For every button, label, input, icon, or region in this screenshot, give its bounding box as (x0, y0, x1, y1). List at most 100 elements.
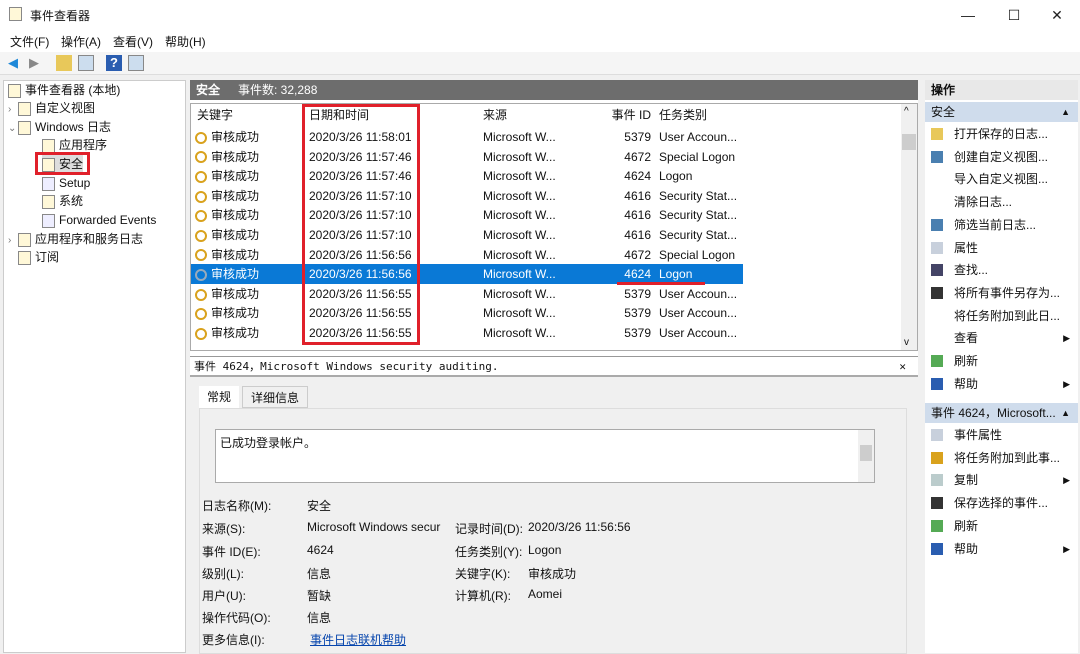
maximize-button[interactable]: ☐ (991, 0, 1037, 30)
close-button[interactable]: ✕ (1034, 0, 1080, 30)
tree-item-system[interactable]: 系统 (42, 192, 83, 211)
tree-item-custom-views[interactable]: › 自定义视图 (8, 99, 95, 118)
action-item[interactable]: 将任务附加到此事... (925, 447, 1078, 469)
menu-view[interactable]: 查看(V) (113, 33, 153, 50)
tree-label: 应用程序 (59, 138, 108, 152)
event-count: 事件数: 32,288 (238, 83, 318, 97)
copy-icon (931, 474, 943, 487)
action-item[interactable]: 复制 ▶ (925, 469, 1078, 491)
forward-arrow-icon[interactable]: ▶ (26, 55, 42, 71)
section-event-header[interactable]: 事件 4624，Microsoft... ▲ (925, 403, 1078, 423)
action-item[interactable]: 导入自定义视图... (925, 168, 1078, 190)
table-row[interactable]: 审核成功 2020/3/26 11:57:46 Microsoft W... 4672… (191, 147, 743, 167)
action-item[interactable]: 查找... (925, 259, 1078, 281)
action-item[interactable]: 将所有事件另存为... (925, 282, 1078, 304)
event-id-label: 事件 ID(E): (202, 545, 261, 559)
table-row[interactable]: 审核成功 2020/3/26 11:57:10 Microsoft W... 4616… (191, 186, 743, 206)
key-icon (195, 249, 207, 262)
action-item[interactable]: 保存选择的事件... (925, 492, 1078, 514)
action-item[interactable]: 刷新 (925, 350, 1078, 372)
expand-icon[interactable]: › (8, 231, 18, 250)
expand-icon[interactable]: › (8, 100, 18, 119)
column-header[interactable]: 任务类别 (659, 105, 749, 125)
tree-item-subscriptions[interactable]: 订阅 (18, 248, 59, 267)
table-scrollbar[interactable]: ^ v (901, 104, 917, 350)
action-item[interactable]: 属性 (925, 237, 1078, 259)
tree-item-setup[interactable]: Setup (42, 174, 90, 193)
help-icon[interactable]: ? (106, 55, 122, 71)
menu-action[interactable]: 操作(A) (61, 33, 101, 50)
tree-label: 系统 (59, 194, 84, 208)
table-cell: 审核成功 (191, 166, 307, 186)
action-label: 将任务附加到此日... (954, 308, 1061, 323)
table-row[interactable]: 审核成功 2020/3/26 11:56:55 Microsoft W... 5379… (191, 284, 743, 304)
action-item[interactable]: 查看 ▶ (925, 327, 1078, 349)
cell-text: 5379 (624, 286, 651, 301)
event-log-online-help-link[interactable]: 事件日志联机帮助 (310, 631, 406, 648)
submenu-arrow-icon: ▶ (1063, 378, 1070, 389)
column-header[interactable]: 事件 ID (571, 105, 651, 125)
table-cell: 审核成功 (191, 127, 307, 147)
keywords-value: 审核成功 (528, 567, 577, 581)
table-row[interactable]: 审核成功 2020/3/26 11:56:56 Microsoft W... 4672… (191, 245, 743, 265)
action-label: 筛选当前日志... (954, 217, 1037, 232)
column-header[interactable]: 来源 (483, 105, 573, 125)
table-row[interactable]: 审核成功 2020/3/26 11:58:01 Microsoft W... 5379… (191, 127, 743, 147)
detail-title-text: 事件 4624，Microsoft Windows security audit… (194, 360, 499, 373)
table-cell: Microsoft W... (483, 323, 573, 343)
table-cell: 审核成功 (191, 147, 307, 167)
tab-details[interactable]: 详细信息 (242, 386, 309, 408)
cell-text: Microsoft W... (483, 130, 556, 144)
action-item[interactable]: 筛选当前日志... (925, 214, 1078, 236)
refresh-icon (931, 355, 943, 367)
action-label: 属性 (954, 240, 979, 255)
more-info-label: 更多信息(I): (202, 633, 265, 647)
section-security-header[interactable]: 安全 ▲ (925, 102, 1078, 122)
show-hide-tree-icon[interactable] (78, 55, 94, 71)
table-row[interactable]: 审核成功 2020/3/26 11:57:10 Microsoft W... 4616… (191, 225, 743, 245)
close-detail-button[interactable]: ✕ (899, 357, 906, 377)
tree-item-windows-logs[interactable]: ⌄ Windows 日志 (8, 118, 111, 137)
computer-label: 计算机(R): (455, 589, 511, 603)
tree-root[interactable]: 事件查看器 (本地) (8, 81, 120, 100)
tree-item-app-service-logs[interactable]: › 应用程序和服务日志 (8, 230, 143, 249)
show-action-pane-icon[interactable] (128, 55, 144, 71)
back-arrow-icon[interactable]: ◀ (5, 55, 21, 71)
cell-text: Microsoft W... (483, 149, 556, 164)
tree-item-forwarded-events[interactable]: Forwarded Events (42, 211, 156, 230)
cell-text: 审核成功 (211, 306, 260, 321)
action-item[interactable]: 打开保存的日志... (925, 123, 1078, 145)
action-item[interactable]: 清除日志... (925, 191, 1078, 213)
folder-icon (18, 120, 31, 135)
annotation-underline (617, 282, 705, 285)
table-row[interactable]: 审核成功 2020/3/26 11:56:56 Microsoft W... 4624… (191, 264, 743, 284)
menu-file[interactable]: 文件(F) (10, 33, 49, 50)
tab-general[interactable]: 常规 (199, 386, 240, 408)
table-row[interactable]: 审核成功 2020/3/26 11:56:55 Microsoft W... 5379… (191, 303, 743, 323)
table-row[interactable]: 审核成功 2020/3/26 11:57:10 Microsoft W... 4616… (191, 205, 743, 225)
action-item[interactable]: 创建自定义视图... (925, 146, 1078, 168)
action-item[interactable]: 帮助 ▶ (925, 538, 1078, 560)
table-row[interactable]: 审核成功 2020/3/26 11:57:46 Microsoft W... 4624… (191, 166, 743, 186)
menu-help[interactable]: 帮助(H) (165, 33, 206, 50)
action-item[interactable]: 帮助 ▶ (925, 373, 1078, 395)
folder-up-icon[interactable] (56, 55, 72, 71)
column-header[interactable]: 关键字 (197, 105, 307, 125)
help-icon (931, 377, 943, 390)
collapse-icon[interactable]: ⌄ (8, 119, 18, 138)
cell-text: 4672 (624, 247, 651, 262)
minimize-button[interactable]: — (945, 0, 991, 30)
cell-text: Microsoft W... (483, 228, 556, 242)
message-scrollbar[interactable] (858, 430, 874, 482)
action-item[interactable]: 事件属性 (925, 424, 1078, 446)
cell-text: Special Logon (659, 247, 736, 262)
table-row[interactable]: 审核成功 2020/3/26 11:56:55 Microsoft W... 5379… (191, 323, 743, 343)
source-value: Microsoft Windows secur (307, 520, 441, 534)
table-cell: 5379 (571, 323, 651, 343)
table-cell: Microsoft W... (483, 245, 573, 265)
action-item[interactable]: 刷新 (925, 515, 1078, 537)
level-label: 级别(L): (202, 567, 245, 581)
action-item[interactable]: 将任务附加到此日... (925, 305, 1078, 327)
user-value: 暂缺 (307, 589, 332, 603)
table-cell: User Accoun... (659, 284, 749, 304)
